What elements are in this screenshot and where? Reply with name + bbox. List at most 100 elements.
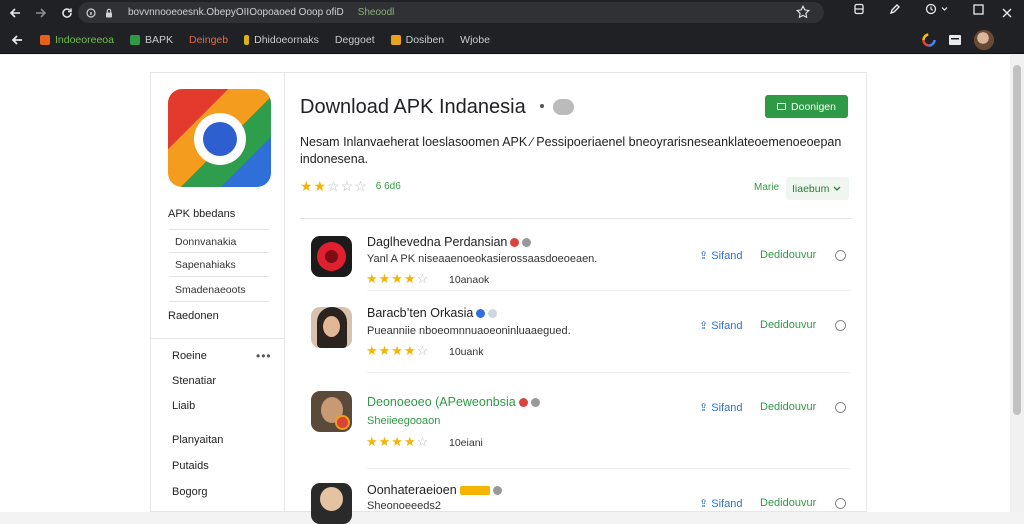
- download-link[interactable]: Dedidouvur: [760, 401, 816, 413]
- reload-icon: [62, 8, 72, 18]
- sort-dropdown[interactable]: Iiaebum: [786, 177, 849, 200]
- app-name[interactable]: Oonhateraeioen: [367, 483, 502, 497]
- toolbar-actions: [853, 3, 984, 15]
- sidebar-link[interactable]: Roeine: [172, 350, 207, 362]
- more-options-icon[interactable]: •••: [256, 349, 272, 363]
- bookmark-item[interactable]: Dhidoeornaks: [244, 34, 319, 46]
- share-label: Sifand: [711, 320, 743, 332]
- bookmark-item[interactable]: Dosiben: [390, 34, 444, 46]
- app-name[interactable]: Deonoeoeo (APeweonbsia: [367, 395, 540, 409]
- sidebar-link[interactable]: Bogorg: [172, 486, 207, 498]
- share-label: Sifand: [711, 402, 743, 414]
- sort-label: Marie: [754, 182, 780, 193]
- scrollbar-thumb[interactable]: [1013, 65, 1021, 415]
- sidebar-item[interactable]: Donnvanakia: [169, 229, 269, 253]
- history-icon[interactable]: [925, 3, 949, 15]
- app-icon[interactable]: [311, 483, 352, 524]
- scrollbar[interactable]: [1010, 55, 1024, 512]
- info-icon[interactable]: [835, 250, 846, 261]
- badge-icon: [488, 309, 498, 319]
- badge-icon: [510, 238, 520, 248]
- sidebar-link[interactable]: Stenatiar: [172, 375, 216, 387]
- bookmark-label: Indoeoreeoa: [55, 33, 114, 46]
- mail-icon[interactable]: [948, 34, 962, 46]
- sidebar-link[interactable]: Putaids: [172, 460, 209, 472]
- list-divider: [300, 218, 851, 219]
- app-icon[interactable]: [311, 236, 352, 277]
- star-icon[interactable]: [796, 5, 810, 19]
- app-name-text: Deonoeoeo (APeweonbsia: [367, 395, 516, 409]
- share-link[interactable]: ⇪ Sifand: [699, 401, 742, 414]
- badge-icon: [492, 486, 502, 496]
- info-icon[interactable]: [835, 320, 846, 331]
- share-label: Sifand: [711, 498, 743, 510]
- download-link[interactable]: Dedidouvur: [760, 319, 816, 331]
- share-link[interactable]: ⇪ Sifand: [699, 319, 742, 332]
- arrow-right-icon: [36, 8, 47, 18]
- bookmark-item[interactable]: Deggoet: [335, 34, 375, 46]
- share-link[interactable]: ⇪ Sifand: [699, 497, 742, 510]
- main-rating: ★★☆☆☆ 6 6d6: [300, 178, 401, 195]
- bookmark-item[interactable]: BAPK: [129, 33, 173, 46]
- info-icon[interactable]: [835, 402, 846, 413]
- app-name[interactable]: Baracb’ten Orkasia: [367, 306, 498, 320]
- close-icon[interactable]: [1002, 8, 1012, 18]
- download-link[interactable]: Dedidouvur: [760, 497, 816, 509]
- list-divider: [367, 468, 851, 469]
- app-icon[interactable]: [311, 307, 352, 348]
- app-name-text: Oonhateraeioen: [367, 483, 457, 497]
- share-link[interactable]: ⇪ Sifand: [699, 249, 742, 262]
- site-info-icon[interactable]: [86, 7, 96, 18]
- rating-stars: ★★★★☆: [366, 343, 430, 358]
- pen-icon[interactable]: [889, 3, 901, 15]
- download-button[interactable]: Doonigen: [765, 95, 848, 118]
- sidebar-item[interactable]: Sapenahiaks: [169, 253, 269, 277]
- url-text: bovvnnooeoesnk.ObepyOIIOopoaoed Ooop ofi…: [128, 7, 344, 18]
- download-link[interactable]: Dedidouvur: [760, 249, 816, 261]
- bookmark-favicon-icon: [40, 34, 50, 45]
- logo-core: [203, 122, 237, 156]
- url-suffix: Sheoodl: [357, 7, 395, 18]
- app-description: Sheonoeeeds2: [367, 500, 442, 512]
- back-button[interactable]: [4, 2, 26, 24]
- app-logo-icon: [168, 89, 271, 187]
- arrow-left-icon: [11, 34, 22, 45]
- download-count: 10uank: [449, 346, 484, 358]
- page-title: Download APK Indanesia: [300, 96, 526, 118]
- address-bar[interactable]: bovvnnooeoesnk.ObepyOIIOopoaoed Ooop ofi…: [78, 2, 824, 23]
- bookmark-favicon-icon: [244, 34, 250, 45]
- app-description: Pueanniie nboeomnnuaoeoninluaaegued.: [367, 325, 571, 337]
- bookmark-item[interactable]: Wjobe: [460, 34, 490, 46]
- avatar[interactable]: [974, 30, 994, 50]
- forward-button[interactable]: [30, 2, 52, 24]
- info-icon[interactable]: [835, 498, 846, 509]
- sidebar-link[interactable]: Liaib: [172, 400, 195, 412]
- bookmark-label: Deggoet: [334, 33, 375, 46]
- rating-stars: ★★★★☆: [366, 434, 430, 449]
- bookmark-favicon-icon: [390, 34, 401, 45]
- download-count: 10eiani: [449, 437, 483, 449]
- verified-icon: [476, 309, 486, 319]
- rating-stars: ★★★★☆: [366, 271, 430, 286]
- reload-button[interactable]: [56, 2, 78, 24]
- bookmark-label: Dhidoeornaks: [254, 33, 319, 46]
- list-divider: [367, 290, 851, 291]
- google-icon[interactable]: [922, 33, 936, 47]
- sidebar-link[interactable]: Planyaitan: [172, 434, 223, 446]
- app-description: Yanl A PK niseaaenoeokasierossaasdoeoeae…: [367, 253, 598, 265]
- chevron-down-icon: [833, 186, 841, 191]
- badge-icon: [459, 486, 490, 496]
- bookmarks-right-actions: [922, 30, 994, 50]
- sidebar-item[interactable]: Smadenaeoots: [169, 278, 269, 302]
- app-description: Sheiieegooaon: [367, 415, 441, 427]
- page-description: Nesam Inlanvaeherat loeslasoomen APK ∕ P…: [300, 135, 842, 166]
- bookmark-label: BAPK: [144, 33, 173, 46]
- app-icon[interactable]: [311, 391, 352, 432]
- maximize-icon[interactable]: [973, 3, 984, 15]
- extensions-icon[interactable]: [853, 3, 865, 15]
- app-name[interactable]: Daglhevedna Perdansian: [367, 235, 532, 249]
- rating-score: 6 6d6: [375, 181, 401, 192]
- bookmark-item[interactable]: Indoeoreeoa: [40, 34, 114, 46]
- bookmark-item[interactable]: Deingeb: [189, 34, 228, 46]
- back-button-secondary[interactable]: [6, 29, 28, 51]
